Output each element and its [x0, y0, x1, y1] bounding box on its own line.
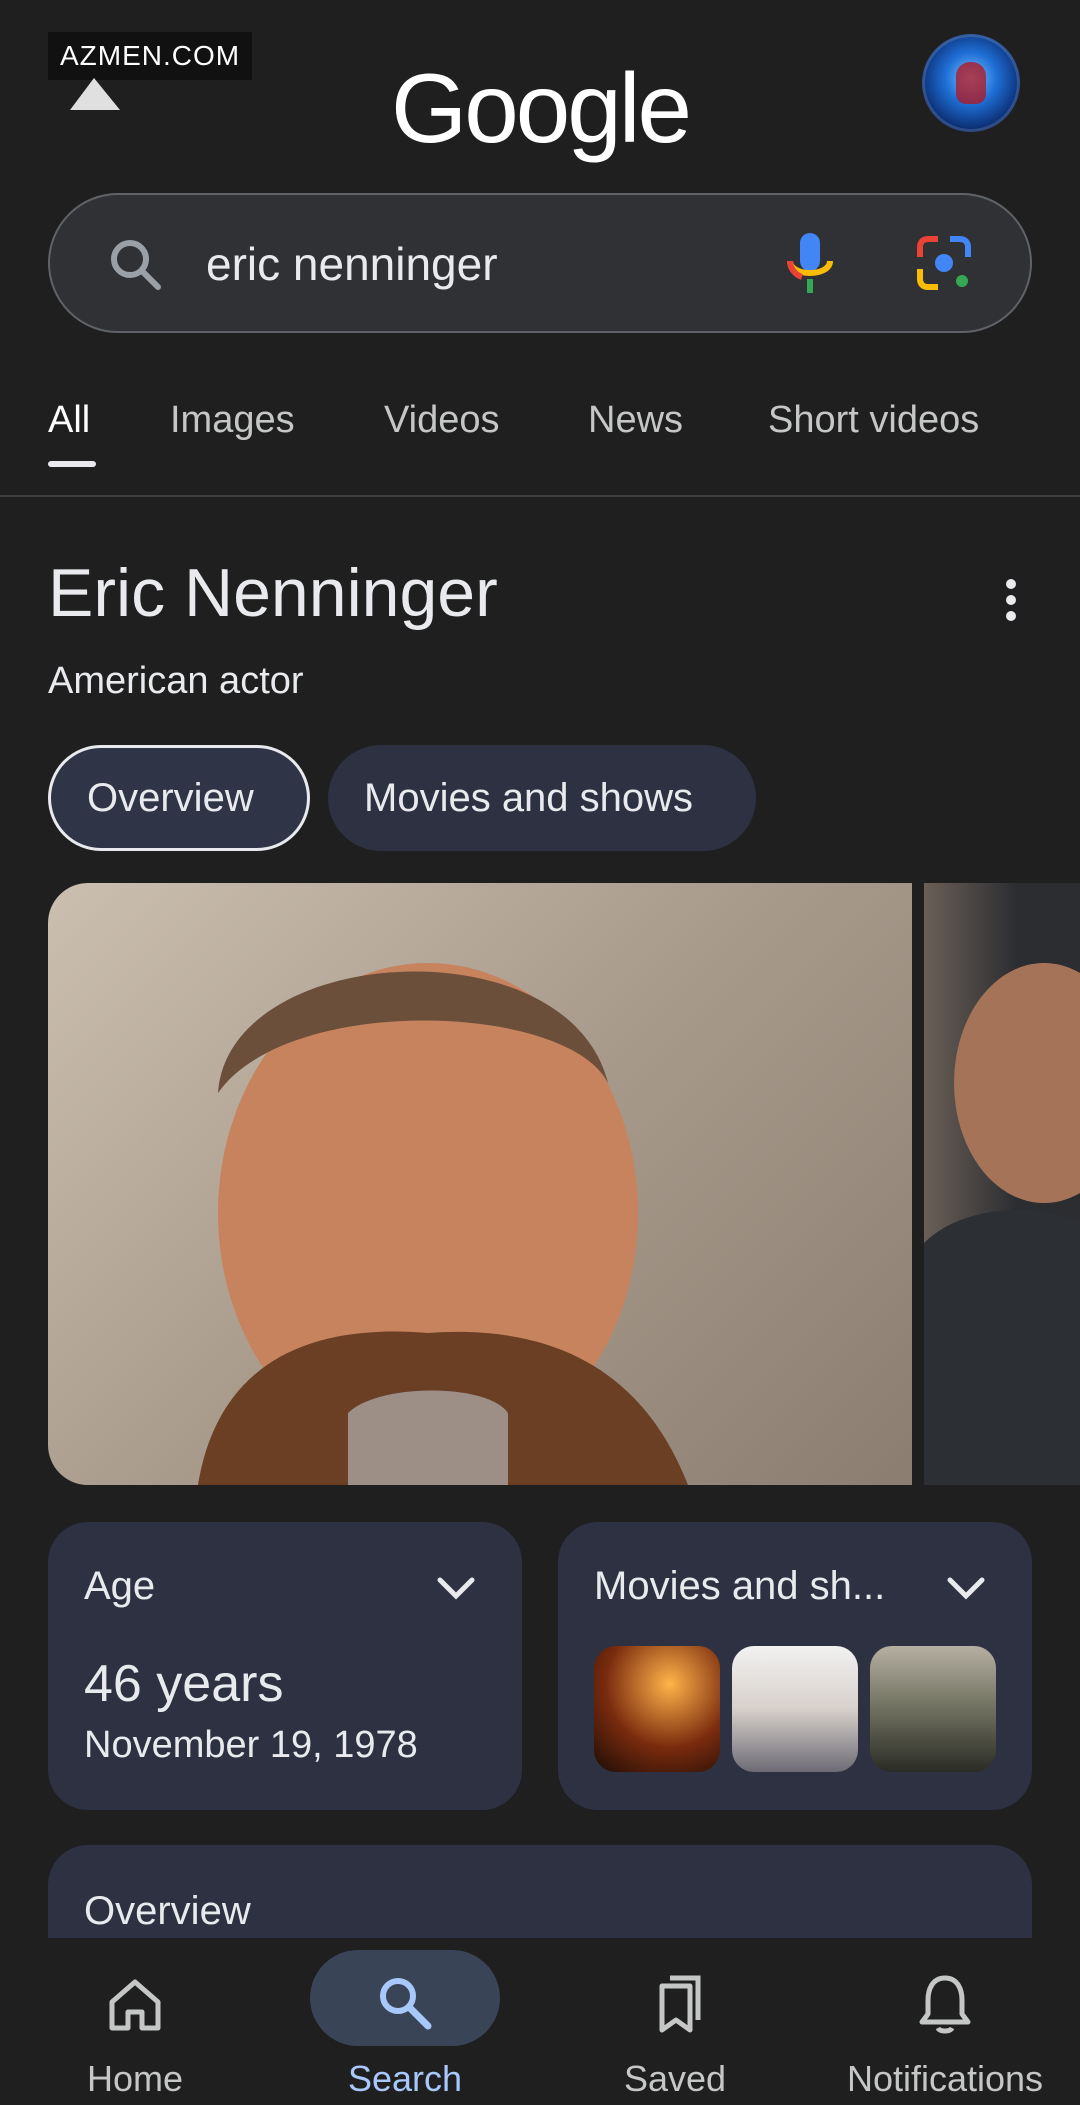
nav-saved[interactable]: Saved [540, 1938, 810, 2105]
home-icon [109, 1979, 161, 2031]
tab-videos[interactable]: Videos [384, 399, 500, 442]
chip-overview[interactable]: Overview [48, 745, 310, 851]
nav-notifications-label: Notifications [846, 2058, 1044, 2099]
bookmarks-icon [659, 1975, 701, 2033]
knowledge-panel-title: Eric Nenninger [48, 555, 498, 631]
secondary-photo[interactable] [924, 883, 1080, 1485]
birth-date: November 19, 1978 [84, 1724, 418, 1766]
active-tab-indicator [48, 461, 96, 467]
main-photo[interactable] [48, 883, 912, 1485]
portrait-illustration [198, 963, 688, 1485]
chip-movies-and-shows[interactable]: Movies and shows [328, 745, 756, 851]
tab-news[interactable]: News [588, 399, 683, 442]
bell-icon [919, 1975, 971, 2034]
more-options-icon[interactable] [998, 576, 1024, 624]
movies-label: Movies and sh... [594, 1564, 886, 1608]
movie-thumbnail[interactable] [594, 1646, 720, 1772]
search-input[interactable]: eric nenninger [206, 237, 498, 291]
movies-card[interactable]: Movies and sh... [558, 1522, 1032, 1810]
search-tabs: All Images Videos News Short videos [0, 385, 1080, 497]
avatar[interactable] [922, 34, 1020, 132]
age-card[interactable]: Age 46 years November 19, 1978 [48, 1522, 522, 1810]
search-icon [380, 1978, 432, 2030]
age-label: Age [84, 1564, 156, 1608]
tab-images[interactable]: Images [170, 399, 295, 442]
microphone-icon[interactable] [780, 229, 840, 299]
bottom-navigation: Home Search Saved Notifications [0, 1938, 1080, 2105]
movie-thumbnail[interactable] [732, 1646, 858, 1772]
nav-saved-label: Saved [623, 2058, 727, 2099]
google-lens-icon[interactable] [912, 231, 976, 295]
portrait-illustration-2 [924, 963, 1080, 1485]
movie-thumbnail[interactable] [870, 1646, 996, 1772]
search-icon [111, 240, 161, 290]
tab-all[interactable]: All [48, 399, 90, 442]
age-value: 46 years [84, 1655, 284, 1713]
chevron-down-icon[interactable] [946, 1574, 986, 1602]
nav-search[interactable]: Search [270, 1938, 540, 2105]
tab-short-videos[interactable]: Short videos [768, 399, 979, 442]
knowledge-panel-subtitle: American actor [48, 660, 304, 702]
divider [0, 495, 1080, 497]
nav-search-label: Search [347, 2058, 463, 2099]
nav-home-label: Home [86, 2058, 184, 2099]
nav-home[interactable]: Home [0, 1938, 270, 2105]
nav-notifications[interactable]: Notifications [810, 1938, 1080, 2105]
google-logo[interactable]: Google [0, 52, 1080, 165]
chevron-down-icon[interactable] [436, 1574, 476, 1602]
search-bar[interactable]: eric nenninger [48, 193, 1032, 333]
overview-label: Overview [84, 1889, 251, 1933]
